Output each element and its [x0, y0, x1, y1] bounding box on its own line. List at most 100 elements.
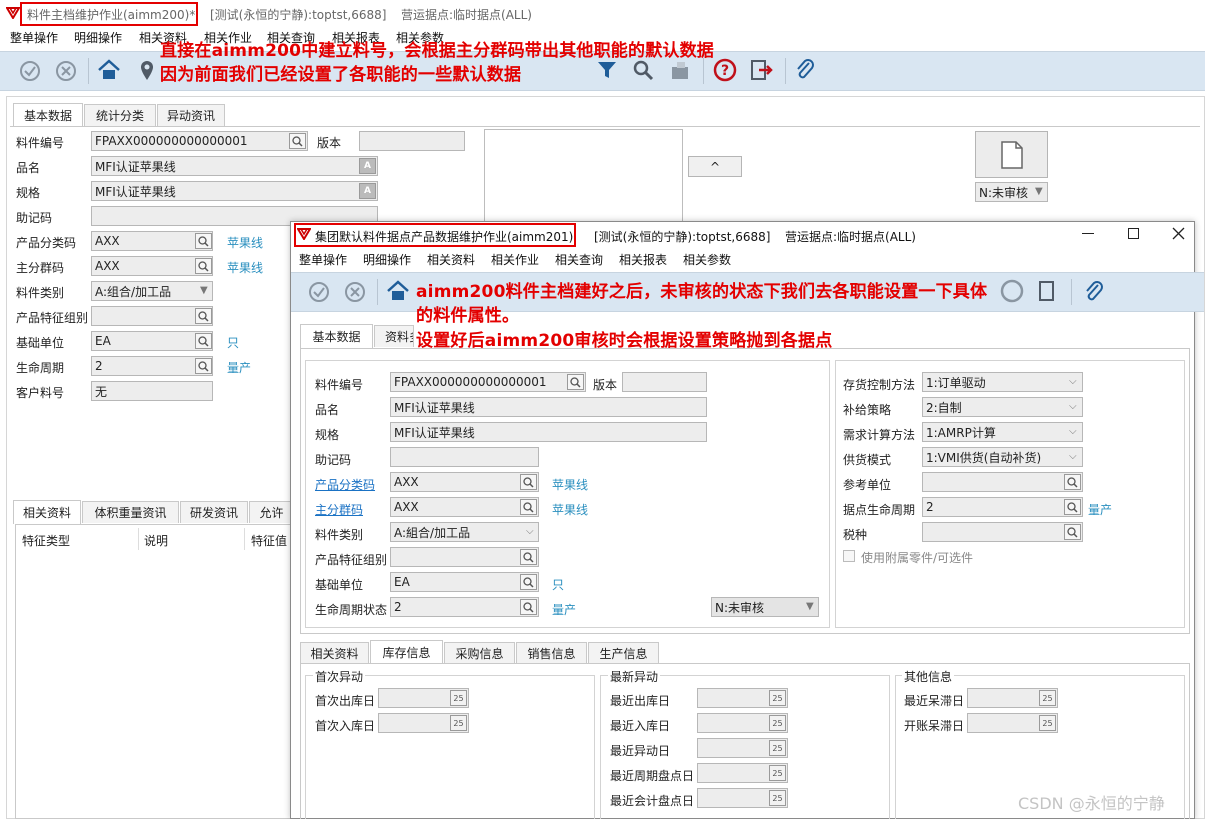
front-replenish-chevron-down-icon[interactable]: ⌵ — [1069, 401, 1077, 412]
front-lifecycle-field[interactable]: 2 — [390, 597, 539, 617]
help-icon[interactable]: ? — [713, 58, 737, 82]
front-version-field[interactable] — [622, 372, 707, 392]
front-menu-whole[interactable]: 整单操作 — [299, 251, 347, 268]
back-cust-item-field[interactable]: 无 — [91, 381, 213, 401]
front-feature-group-field[interactable] — [390, 547, 539, 567]
front-status-select[interactable]: N:未审核 — [711, 597, 819, 617]
back-base-unit-search-icon[interactable] — [195, 333, 212, 349]
filter-icon[interactable] — [595, 58, 619, 82]
front-menu-related-ops[interactable]: 相关作业 — [491, 251, 539, 268]
front-site-life-search-icon[interactable] — [1064, 499, 1081, 515]
front-tab-basic[interactable]: 基本数据 — [300, 324, 373, 348]
search-list-icon[interactable] — [632, 58, 656, 82]
front-inv-ctrl-select[interactable]: 1:订单驱动 — [922, 372, 1083, 392]
calendar-icon[interactable]: 25 — [769, 790, 786, 806]
front-item-no-search-icon[interactable] — [567, 374, 584, 390]
back-menu-detail[interactable]: 明细操作 — [74, 29, 122, 46]
back-feature-group-search-icon[interactable] — [195, 308, 212, 324]
home-icon[interactable] — [97, 58, 121, 82]
maximize-icon[interactable] — [1128, 228, 1139, 239]
front-main-group-field[interactable]: AXX — [390, 497, 539, 517]
back-status-chevron-down-icon[interactable]: ▼ — [1035, 186, 1043, 197]
cancel-icon[interactable] — [54, 59, 78, 83]
front-tax-search-icon[interactable] — [1064, 524, 1081, 540]
front-base-unit-field[interactable]: EA — [390, 572, 539, 592]
front-base-unit-search-icon[interactable] — [520, 574, 537, 590]
back-tab-changes[interactable]: 异动资讯 — [157, 104, 225, 126]
front-menu-related-param[interactable]: 相关参数 — [683, 251, 731, 268]
calendar-icon[interactable]: 25 — [1039, 715, 1056, 731]
front-use-parts-checkbox[interactable] — [843, 550, 855, 562]
front-menu-related-report[interactable]: 相关报表 — [619, 251, 667, 268]
back-tab-basic[interactable]: 基本数据 — [13, 103, 83, 127]
calendar-icon[interactable]: 25 — [769, 690, 786, 706]
front-demand-chevron-down-icon[interactable]: ⌵ — [1069, 426, 1077, 437]
back-bottom-tab-related[interactable]: 相关资料 — [13, 500, 81, 524]
front-home-icon[interactable] — [386, 279, 410, 303]
front-item-no-field[interactable]: FPAXX000000000000001 — [390, 372, 586, 392]
front-lifecycle-search-icon[interactable] — [520, 599, 537, 615]
front-prod-class-field[interactable]: AXX — [390, 472, 539, 492]
back-item-type-chevron-down-icon[interactable]: ▼ — [200, 285, 208, 296]
back-item-no-field[interactable]: FPAXX000000000000001 — [91, 131, 308, 151]
front-exit-icon[interactable] — [1037, 279, 1061, 303]
front-replenish-select[interactable]: 2:自制 — [922, 397, 1083, 417]
front-cancel-icon[interactable] — [343, 280, 367, 304]
front-prod-class-search-icon[interactable] — [520, 474, 537, 490]
attachment-icon[interactable] — [793, 58, 817, 82]
front-name-field[interactable]: MFI认证苹果线 — [390, 397, 707, 417]
back-bottom-tab-allow[interactable]: 允许 — [249, 501, 294, 523]
minimize-icon[interactable] — [1082, 233, 1094, 234]
export-icon[interactable] — [668, 58, 692, 82]
front-bottom-tab-purchase[interactable]: 采购信息 — [444, 642, 515, 664]
back-spec-lang-icon[interactable]: A — [359, 183, 376, 199]
back-name-lang-icon[interactable]: A — [359, 158, 376, 174]
front-ref-unit-search-icon[interactable] — [1064, 474, 1081, 490]
front-main-group-search-icon[interactable] — [520, 499, 537, 515]
front-bottom-tab-inventory[interactable]: 库存信息 — [370, 640, 443, 664]
back-prod-class-search-icon[interactable] — [195, 233, 212, 249]
location-pin-icon[interactable] — [135, 58, 159, 82]
front-inv-ctrl-chevron-down-icon[interactable]: ⌵ — [1069, 376, 1077, 387]
front-supply-select[interactable]: 1:VMI供货(自动补货) — [922, 447, 1083, 467]
back-bottom-tab-volume[interactable]: 体积重量资讯 — [82, 501, 179, 523]
back-menu-whole[interactable]: 整单操作 — [10, 29, 58, 46]
back-spec-field[interactable]: MFI认证苹果线 — [91, 181, 378, 201]
front-tab-data[interactable]: 资料多 — [374, 325, 414, 347]
calendar-icon[interactable]: 25 — [1039, 690, 1056, 706]
front-menu-related-query[interactable]: 相关查询 — [555, 251, 603, 268]
back-item-no-search-icon[interactable] — [289, 133, 306, 149]
front-bottom-tab-production[interactable]: 生产信息 — [588, 642, 659, 664]
back-up-button[interactable]: ^ — [688, 156, 742, 177]
front-demand-select[interactable]: 1:AMRP计算 — [922, 422, 1083, 442]
front-bottom-tab-sales[interactable]: 销售信息 — [516, 642, 587, 664]
front-ref-unit-field[interactable] — [922, 472, 1083, 492]
front-menu-related-data[interactable]: 相关资料 — [427, 251, 475, 268]
front-spec-field[interactable]: MFI认证苹果线 — [390, 422, 707, 442]
front-bottom-tab-related[interactable]: 相关资料 — [300, 642, 369, 664]
calendar-icon[interactable]: 25 — [450, 715, 467, 731]
front-supply-chevron-down-icon[interactable]: ⌵ — [1069, 451, 1077, 462]
back-version-field[interactable] — [359, 131, 465, 151]
front-tax-field[interactable] — [922, 522, 1083, 542]
front-attachment-icon[interactable] — [1082, 280, 1106, 304]
exit-icon[interactable] — [750, 58, 774, 82]
back-lifecycle-search-icon[interactable] — [195, 358, 212, 374]
front-help-icon[interactable] — [1000, 279, 1024, 303]
front-prod-class-link[interactable]: 产品分类码 — [315, 476, 375, 493]
close-icon[interactable] — [1172, 227, 1185, 240]
document-icon[interactable] — [975, 131, 1048, 178]
calendar-icon[interactable]: 25 — [769, 715, 786, 731]
back-tab-stats[interactable]: 统计分类 — [84, 104, 156, 126]
back-item-type-select[interactable]: A:组合/加工品 — [91, 281, 213, 301]
calendar-icon[interactable]: 25 — [769, 765, 786, 781]
back-name-field[interactable]: MFI认证苹果线 — [91, 156, 378, 176]
confirm-icon[interactable] — [18, 59, 42, 83]
calendar-icon[interactable]: 25 — [450, 690, 467, 706]
front-menu-detail[interactable]: 明细操作 — [363, 251, 411, 268]
front-feature-group-search-icon[interactable] — [520, 549, 537, 565]
front-main-group-link[interactable]: 主分群码 — [315, 501, 363, 518]
front-status-chevron-down-icon[interactable]: ▼ — [806, 601, 814, 612]
front-item-type-select[interactable]: A:組合/加工品 — [390, 522, 539, 542]
front-site-life-field[interactable]: 2 — [922, 497, 1083, 517]
